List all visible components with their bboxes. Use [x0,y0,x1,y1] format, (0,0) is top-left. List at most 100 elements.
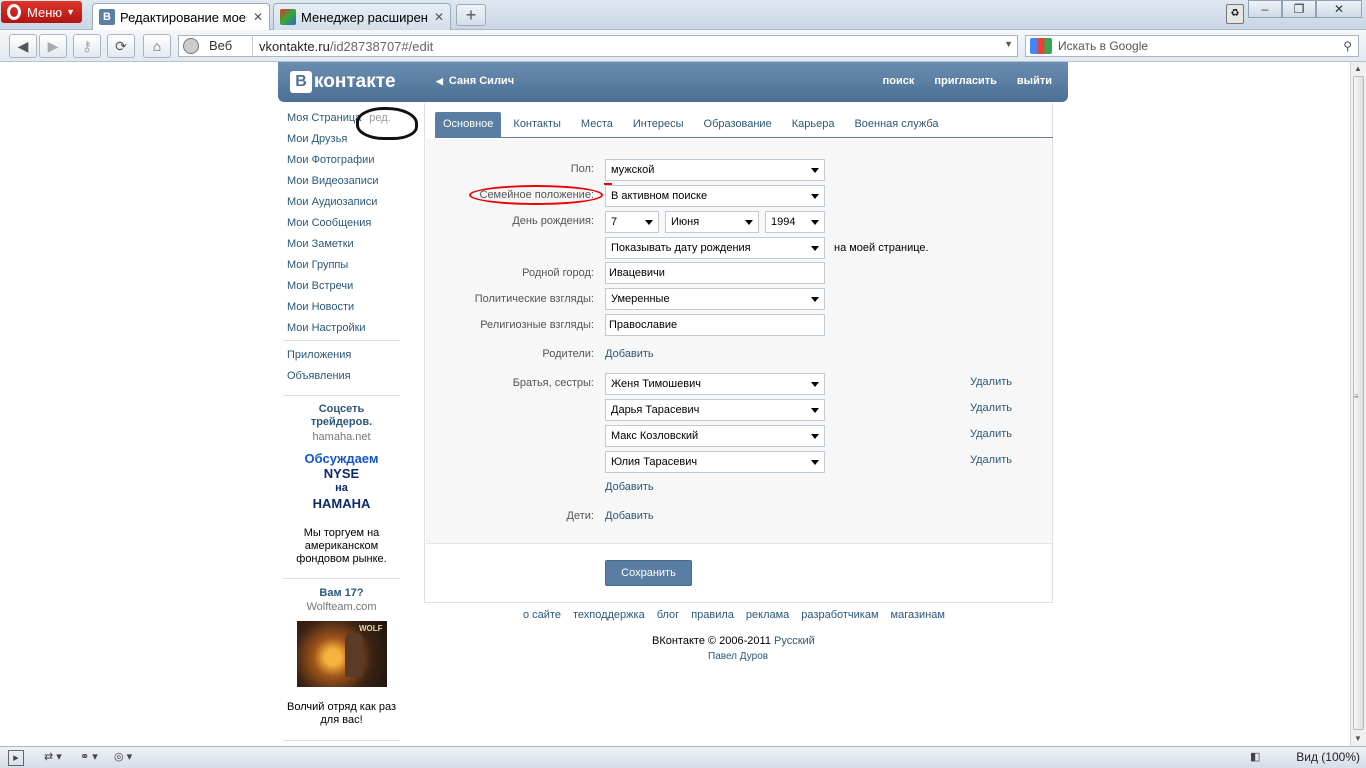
add-child-link[interactable]: Добавить [605,510,654,522]
save-button[interactable]: Сохранить [605,560,692,586]
sibling-select[interactable]: Дарья Тарасевич [605,399,825,421]
annotation-black-circle [356,107,418,140]
add-parent-link[interactable]: Добавить [605,348,654,360]
unite-icon[interactable]: ⚭ ▾ [80,750,98,766]
search-icon[interactable]: ⚲ [1343,39,1352,53]
menu-item-settings[interactable]: Мои Настройки [287,321,401,342]
menu-item-messages[interactable]: Мои Сообщения [287,216,401,237]
footer-link-developers[interactable]: разработчикам [801,609,878,621]
ad-text: Мы торгуем на американском фондовом рынк… [296,527,387,565]
vertical-scrollbar[interactable]: ▲ ≡ ▼ [1350,62,1366,746]
new-tab-button[interactable]: + [456,4,486,26]
footer-link-about[interactable]: о сайте [523,609,561,621]
scroll-up-icon[interactable]: ▲ [1354,64,1362,73]
game-character-figure [344,633,363,677]
delete-sibling-link[interactable]: Удалить [970,428,1012,440]
invite-link[interactable]: пригласить [934,75,997,87]
scrollbar-thumb[interactable] [1353,76,1364,730]
menu-item-photos[interactable]: Мои Фотографии [287,153,401,174]
sibling-select[interactable]: Женя Тимошевич [605,373,825,395]
select-value: Макс Козловский [611,430,699,442]
menu-item-notes[interactable]: Мои Заметки [287,237,401,258]
panel-toggle-icon[interactable]: ▸ [8,750,24,766]
vk-logo-text: контакте [314,71,396,92]
close-tab-icon[interactable]: ✕ [253,10,263,24]
turbo-icon[interactable]: ◎ ▾ [114,750,132,766]
religion-input[interactable]: Православие [605,314,825,336]
marital-status-select[interactable]: В активном поиске [605,185,825,207]
ad-title[interactable]: Соцсеть трейдеров. [302,403,382,429]
delete-sibling-link[interactable]: Удалить [970,402,1012,414]
delete-sibling-link[interactable]: Удалить [970,454,1012,466]
sibling-select[interactable]: Юлия Тарасевич [605,451,825,473]
url-text[interactable]: vkontakte.ru/id28738707#/edit [253,39,433,54]
tab-basic[interactable]: Основное [435,112,502,137]
ad-block-wolfteam[interactable]: Вам 17? Wolfteam.com WOLF Волчий отряд к… [283,587,400,727]
reload-button[interactable]: ⟳ [107,34,135,58]
menu-item-apps[interactable]: Приложения [287,348,401,369]
opera-menu-button[interactable]: Меню ▼ [1,1,82,23]
language-link[interactable]: Русский [774,635,815,647]
tab-vk-edit[interactable]: В Редактирование моей... ✕ [92,3,270,30]
menu-label: Меню [27,4,63,20]
zoom-level[interactable]: Вид (100%) [1296,750,1360,764]
close-tab-icon[interactable]: ✕ [434,10,444,24]
maximize-button[interactable]: ❐ [1282,0,1316,18]
sync-icon[interactable]: ⇄ ▾ [44,750,62,766]
footer-link-shops[interactable]: магазинам [891,609,945,621]
tab-interests[interactable]: Интересы [625,112,692,137]
political-views-select[interactable]: Умеренные [605,288,825,310]
footer-link-rules[interactable]: правила [691,609,734,621]
scroll-grip-icon: ≡ [1354,392,1359,401]
menu-item-news[interactable]: Мои Новости [287,300,401,321]
zoom-slider-icon[interactable]: ◧ [1250,750,1260,766]
tab-contacts[interactable]: Контакты [505,112,569,137]
gender-select[interactable]: мужской [605,159,825,181]
chevron-down-icon[interactable]: ▼ [1004,39,1013,49]
delete-sibling-link[interactable]: Удалить [970,376,1012,388]
ad-title[interactable]: Вам 17? [283,587,400,599]
user-name-link[interactable]: ◀ Саня Силич [436,75,514,87]
close-window-button[interactable]: ✕ [1316,0,1362,18]
author-link[interactable]: Павел Дуров [708,651,768,662]
trash-icon[interactable]: ♻ [1226,4,1244,24]
google-icon[interactable] [1030,38,1052,54]
logout-link[interactable]: выйти [1017,75,1052,87]
search-input[interactable]: Искать в Google ⚲ [1025,35,1359,57]
tab-education[interactable]: Образование [696,112,780,137]
birthday-year-select[interactable]: 1994 [765,211,825,233]
footer-link-support[interactable]: техподдержка [573,609,645,621]
birthday-day-select[interactable]: 7 [605,211,659,233]
minimize-button[interactable]: – [1248,0,1282,18]
menu-item-events[interactable]: Мои Встречи [287,279,401,300]
tab-extension-manager[interactable]: Менеджер расширен... ✕ [273,3,451,30]
address-field[interactable]: Веб vkontakte.ru/id28738707#/edit ▼ [178,35,1018,57]
scroll-down-icon[interactable]: ▼ [1354,734,1362,743]
footer-link-blog[interactable]: блог [657,609,679,621]
menu-item-audio[interactable]: Мои Аудиозаписи [287,195,401,216]
hometown-input[interactable]: Ивацевичи [605,262,825,284]
home-button[interactable]: ⌂ [143,34,171,58]
ad-image-logo: WOLF [358,624,383,633]
tab-military[interactable]: Военная служба [846,112,946,137]
tab-places[interactable]: Места [573,112,621,137]
ad-block-hamaha[interactable]: Соцсеть трейдеров. hamaha.net Обсуждаем … [283,403,400,566]
menu-item-groups[interactable]: Мои Группы [287,258,401,279]
forward-button[interactable]: ▶ [39,34,67,58]
extension-favicon-icon [280,9,296,25]
back-button[interactable]: ◀ [9,34,37,58]
tab-career[interactable]: Карьера [784,112,843,137]
sibling-select[interactable]: Макс Козловский [605,425,825,447]
menu-item-ads[interactable]: Объявления [287,369,401,390]
key-icon[interactable]: ⚷ [73,34,101,58]
add-sibling-link[interactable]: Добавить [605,481,654,493]
birthday-visibility-select[interactable]: Показывать дату рождения [605,237,825,259]
footer-link-ads[interactable]: реклама [746,609,789,621]
vk-logo[interactable]: В контакте [290,71,396,93]
menu-item-videos[interactable]: Мои Видеозаписи [287,174,401,195]
ad-game-image[interactable]: WOLF [296,621,387,687]
birthday-month-select[interactable]: Июня [665,211,759,233]
vk-favicon-icon: В [99,9,115,25]
ad-banner[interactable]: Обсуждаем NYSE на HAMAHA [283,451,400,511]
search-link[interactable]: поиск [883,75,915,87]
